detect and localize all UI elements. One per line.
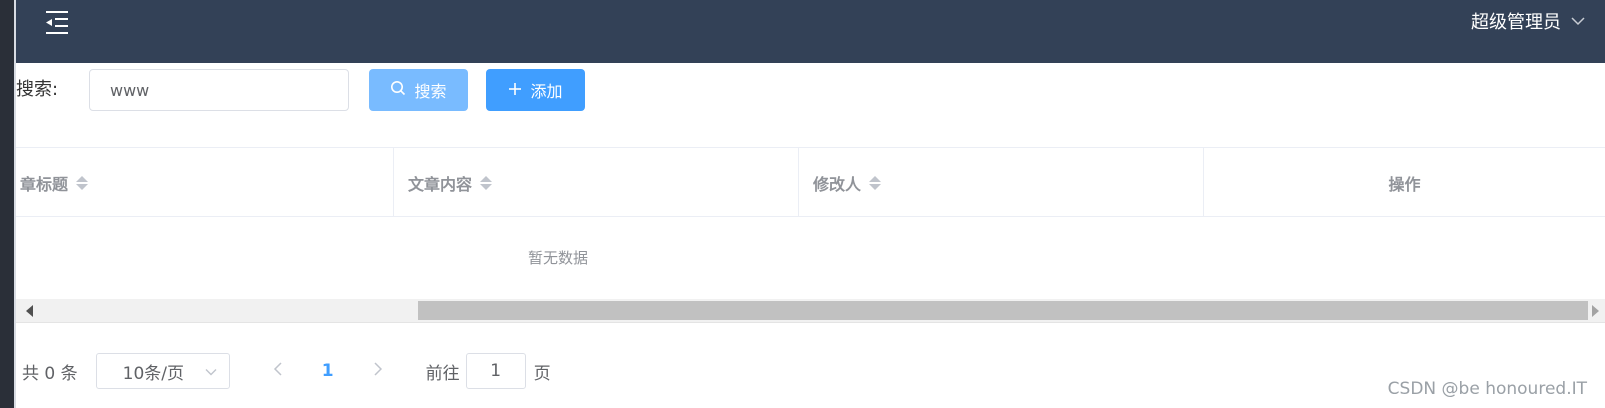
top-header: 超级管理员 — [16, 0, 1605, 63]
column-header-label: 文章内容 — [408, 174, 473, 194]
search-input[interactable] — [89, 69, 349, 111]
search-label: 搜索: — [16, 79, 59, 100]
page-jumper: 前往 页 — [426, 353, 551, 389]
user-name: 超级管理员 — [1471, 12, 1561, 33]
pagination: 共 0 条 10条/页 1 前往 1 页 — [22, 352, 551, 390]
page: 超级管理员 搜索: 搜索 添加 — [0, 0, 1605, 408]
page-size-select[interactable]: 10条/页 — [95, 353, 230, 389]
chevron-right-icon — [373, 361, 383, 381]
search-button-label: 搜索 — [414, 82, 447, 101]
sort-icon[interactable] — [76, 175, 89, 190]
column-header-title[interactable]: 章标题 — [16, 148, 394, 217]
pagination-total: 共 0 条 — [22, 363, 78, 384]
watermark: CSDN @be honoured.IT — [1387, 379, 1587, 399]
goto-page-input[interactable] — [465, 353, 526, 389]
sort-icon[interactable] — [869, 175, 882, 190]
column-header-editor[interactable]: 修改人 — [799, 148, 1204, 217]
plus-icon — [508, 81, 522, 100]
page-size-value: 10条/页 — [122, 363, 184, 384]
column-header-label: 修改人 — [813, 174, 862, 194]
horizontal-scrollbar[interactable] — [16, 299, 1605, 323]
scroll-thumb[interactable] — [418, 301, 1588, 320]
chevron-down-icon — [1571, 16, 1585, 26]
sort-icon[interactable] — [480, 175, 493, 190]
user-menu[interactable]: 超级管理员 — [1471, 8, 1585, 34]
goto-label: 前往 — [425, 363, 460, 384]
page-suffix-label: 页 — [533, 363, 551, 384]
page-number-current[interactable]: 1 — [296, 353, 360, 389]
column-header-label: 章标题 — [20, 174, 69, 194]
next-page-button[interactable] — [360, 353, 396, 389]
column-header-label: 操作 — [1388, 174, 1421, 194]
table-empty-row: 暂无数据 — [16, 217, 1605, 297]
empty-text: 暂无数据 — [527, 248, 588, 267]
chevron-down-icon — [205, 361, 217, 381]
column-header-content[interactable]: 文章内容 — [394, 148, 799, 217]
add-button[interactable]: 添加 — [486, 69, 585, 111]
search-button[interactable]: 搜索 — [369, 69, 468, 111]
prev-page-button[interactable] — [260, 353, 296, 389]
chevron-left-icon — [273, 361, 283, 381]
table-header: 章标题 文章内容 修改人 操作 — [16, 147, 1605, 217]
data-table: 章标题 文章内容 修改人 操作 暂无数据 — [16, 147, 1605, 297]
left-sidebar-edge — [0, 0, 16, 408]
add-button-label: 添加 — [530, 82, 563, 101]
scroll-right-arrow-icon[interactable] — [1592, 305, 1599, 317]
menu-fold-icon[interactable] — [42, 8, 72, 38]
column-header-actions: 操作 — [1204, 148, 1605, 217]
scroll-left-arrow-icon[interactable] — [26, 305, 33, 317]
search-icon — [390, 80, 406, 100]
